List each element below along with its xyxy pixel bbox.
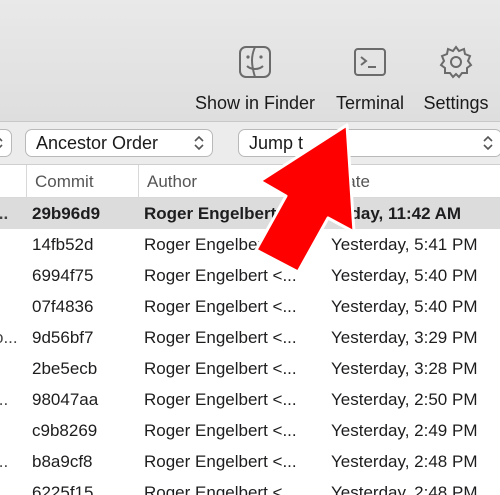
graph-cell <box>0 260 26 291</box>
author-cell: Roger Engelbert <... <box>144 390 297 409</box>
author-cell: Roger Engelbert <... <box>144 421 297 440</box>
commit-hash-cell: 2be5ecb <box>32 359 98 378</box>
table-row[interactable]: ... 98047aa Roger Engelbert <... Yesterday,… <box>0 384 500 415</box>
date-cell: Yesterday, 2:50 PM <box>331 390 478 409</box>
table-row[interactable]: c9b8269 Roger Engelbert <... Yesterday, 2:… <box>0 415 500 446</box>
commit-hash-cell: 29b96d9 <box>32 204 101 223</box>
graph-cell <box>0 229 26 260</box>
date-cell: Yesterday, 2:48 PM <box>331 452 478 471</box>
jump-to-popup-value: Jump t <box>249 133 304 153</box>
table-row[interactable]: 6225f15 Roger Engelbert <... Yesterday, 2:… <box>0 477 500 495</box>
table-row[interactable]: 14fb52d Roger Engelbert <... Yesterday, 5:… <box>0 229 500 260</box>
up-down-chevron-icon <box>194 135 204 151</box>
commit-hash-cell: 6994f75 <box>32 266 94 285</box>
table-row[interactable]: 2be5ecb Roger Engelbert <... Yesterday, 3:… <box>0 353 500 384</box>
author-cell: Roger Engelbert <... <box>144 266 297 285</box>
commit-hash-cell: c9b8269 <box>32 421 98 440</box>
settings-label: Settings <box>423 93 489 113</box>
show-in-finder-label: Show in Finder <box>194 93 316 113</box>
date-cell: Yesterday, 2:49 PM <box>331 421 478 440</box>
commit-hash-cell: b8a9cf8 <box>32 452 93 471</box>
terminal-icon <box>354 48 386 76</box>
gear-icon <box>439 45 473 79</box>
table-row[interactable]: o... 9d56bf7 Roger Engelbert <... Yesterday… <box>0 322 500 353</box>
date-cell: Yesterday, 5:41 PM <box>331 235 478 254</box>
up-down-chevron-icon <box>0 137 3 149</box>
graph-cell <box>0 415 26 446</box>
table-row[interactable]: 07f4836 Roger Engelbert <... Yesterday, 5:… <box>0 291 500 322</box>
commit-hash-cell: 14fb52d <box>32 235 94 254</box>
table-header: Commit Author Date <box>0 165 500 198</box>
author-cell: Roger Engelbert <... <box>144 452 297 471</box>
commit-hash-cell: 98047aa <box>32 390 99 409</box>
terminal-label: Terminal <box>335 93 405 113</box>
commit-column-header[interactable]: Commit <box>26 165 138 198</box>
date-cell: Yesterday, 3:28 PM <box>331 359 478 378</box>
terminal-button[interactable]: Terminal <box>330 44 410 119</box>
table-row[interactable]: ... 29b96d9 Roger Engelbert Today, 11:42 AM <box>0 198 500 229</box>
author-cell: Roger Engelbert <... <box>144 483 297 495</box>
date-cell: Today, 11:42 AM <box>331 204 462 223</box>
graph-cell <box>0 353 26 384</box>
graph-column-header[interactable] <box>0 165 26 198</box>
author-cell: Roger Engelbert <... <box>144 328 297 347</box>
graph-cell: ... <box>0 390 9 409</box>
graph-cell <box>0 291 26 322</box>
filter-bar: Ancestor Order Jump t <box>0 121 500 165</box>
commit-hash-cell: 9d56bf7 <box>32 328 94 347</box>
up-down-chevron-icon <box>483 135 493 151</box>
commit-list: ... 29b96d9 Roger Engelbert Today, 11:42 AM… <box>0 198 500 495</box>
author-cell: Roger Engelbert <... <box>144 297 297 316</box>
jump-to-popup[interactable]: Jump t <box>238 129 500 157</box>
commit-hash-cell: 07f4836 <box>32 297 94 316</box>
show-in-finder-button[interactable]: Show in Finder <box>188 44 322 119</box>
author-cell: Roger Engelbert <... <box>144 359 297 378</box>
table-row[interactable]: ... b8a9cf8 Roger Engelbert <... Yesterday,… <box>0 446 500 477</box>
order-popup-value: Ancestor Order <box>36 133 159 153</box>
commit-hash-cell: 6225f15 <box>32 483 94 495</box>
settings-button[interactable]: Settings <box>416 44 496 119</box>
graph-cell <box>0 477 26 495</box>
date-cell: Yesterday, 2:48 PM <box>331 483 478 495</box>
order-popup[interactable]: Ancestor Order <box>25 129 213 157</box>
graph-cell: ... <box>0 452 9 471</box>
date-cell: Yesterday, 5:40 PM <box>331 266 478 285</box>
author-column-header[interactable]: Author <box>138 165 325 198</box>
author-cell: Roger Engelbert <box>144 204 277 223</box>
author-cell: Roger Engelbert <... <box>144 235 297 254</box>
table-row[interactable]: 6994f75 Roger Engelbert <... Yesterday, 5:… <box>0 260 500 291</box>
graph-cell: o... <box>0 328 18 347</box>
finder-icon <box>239 46 271 78</box>
date-cell: Yesterday, 3:29 PM <box>331 328 478 347</box>
graph-cell: ... <box>0 204 9 223</box>
date-cell: Yesterday, 5:40 PM <box>331 297 478 316</box>
date-column-header[interactable]: Date <box>325 165 500 198</box>
window-toolbar: Show in Finder Terminal Settings <box>0 0 500 121</box>
branch-popup[interactable] <box>0 129 12 157</box>
